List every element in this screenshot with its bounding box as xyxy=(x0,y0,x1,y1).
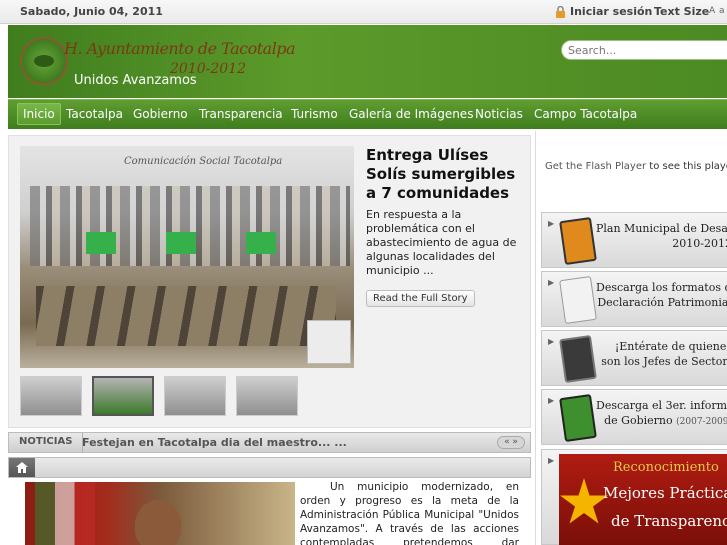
slide-thumbnail[interactable] xyxy=(164,376,226,416)
slide-thumbnail[interactable] xyxy=(236,376,298,416)
text-size-controls: A a xyxy=(709,4,727,18)
ticker-headline[interactable]: Festejan en Tacotalpa dia del maestro...… xyxy=(82,436,347,449)
slide-thumbnail-active[interactable] xyxy=(92,376,154,416)
arrow-icon: ▶ xyxy=(548,278,555,287)
nav-item-campo-tacotalpa[interactable]: Campo Tacotalpa xyxy=(534,107,637,121)
banner-plan-municipal[interactable]: ▶ Plan Municipal de Desarrollo 2010-2012 xyxy=(541,212,727,268)
text-increase-icon[interactable]: A xyxy=(709,4,717,18)
banner-text: Descarga el 3er. informe de Gobierno (20… xyxy=(596,398,727,430)
slide-thumbnails xyxy=(20,376,298,416)
mexican-flag xyxy=(35,482,95,545)
news-ticker: NOTICIAS Festejan en Tacotalpa dia del m… xyxy=(8,432,531,453)
documents-icon xyxy=(559,275,597,325)
banner-declaracion-patrimonial[interactable]: ▶ Descarga los formatos de Declaración P… xyxy=(541,271,727,327)
slide-thumbnail[interactable] xyxy=(20,376,82,416)
recognition-banner[interactable]: Reconocimiento Mejores Prácticas de Tran… xyxy=(559,454,727,545)
book-icon xyxy=(559,393,597,443)
featured-image[interactable]: Comunicación Social Tacotalpa xyxy=(20,146,354,368)
mayor-photo xyxy=(25,482,295,545)
nav-item-inicio[interactable]: Inicio xyxy=(17,103,61,125)
recognition-line1: Reconocimiento xyxy=(613,460,719,475)
slide-title[interactable]: Entrega Ulíses Solís sumergibles a 7 com… xyxy=(366,146,528,203)
home-icon xyxy=(16,462,28,473)
image-caption: Comunicación Social Tacotalpa xyxy=(124,156,283,167)
banner-jefes-de-sector[interactable]: ▶ ¡Entérate de quienes son los Jefes de … xyxy=(541,330,727,386)
banner-line1: Plan Municipal de Desarrollo xyxy=(596,222,727,235)
portrait xyxy=(135,500,181,545)
nav-item-noticias[interactable]: Noticias xyxy=(475,107,523,121)
nav-item-gobierno[interactable]: Gobierno xyxy=(133,107,188,121)
nav-item-galeria[interactable]: Galería de Imágenes xyxy=(349,107,473,121)
banner-line2-sub: (2007-2009) xyxy=(676,417,727,427)
text-decrease-icon[interactable]: a xyxy=(719,4,727,18)
intro-text: Un municipio modernizado, en orden y pro… xyxy=(300,481,519,545)
banner-line1: Descarga el 3er. informe xyxy=(596,399,727,412)
nav-item-transparencia[interactable]: Transparencia xyxy=(199,107,283,121)
banner-line1: Descarga los formatos de xyxy=(596,281,727,294)
arrow-icon: ▶ xyxy=(548,337,555,346)
recognition-line3: de Transparencia xyxy=(611,512,727,530)
agenda-icon xyxy=(559,334,597,384)
flash-suffix: to see this player. xyxy=(649,161,727,172)
read-more-button[interactable]: Read the Full Story xyxy=(366,290,475,307)
login-label: Iniciar sesión xyxy=(570,5,653,18)
green-sign xyxy=(166,232,196,254)
breadcrumb xyxy=(8,457,531,478)
municipal-emblem-icon[interactable] xyxy=(20,37,68,85)
green-sign xyxy=(246,232,276,254)
banner-informe-de-gobierno[interactable]: ▶ Descarga el 3er. informe de Gobierno (… xyxy=(541,389,727,445)
flash-player-link[interactable]: Get the Flash Player xyxy=(545,161,646,172)
ticker-label: NOTICIAS xyxy=(9,433,84,452)
arrow-icon: ▶ xyxy=(548,396,555,405)
green-sign xyxy=(86,232,116,254)
banner-text: Plan Municipal de Desarrollo 2010-2012 xyxy=(596,221,727,251)
watermark-logo xyxy=(307,320,351,364)
banner-text: ¡Entérate de quienes son los Jefes de Se… xyxy=(596,339,727,369)
ticker-controls[interactable]: « » xyxy=(497,436,525,449)
banner-line2: son los Jefes de Sector! xyxy=(601,355,727,368)
star-icon xyxy=(560,478,608,524)
nav-item-tacotalpa[interactable]: Tacotalpa xyxy=(66,107,123,121)
top-bar: Sabado, Junio 04, 2011 Iniciar sesión Te… xyxy=(0,0,727,24)
arrow-icon: ▶ xyxy=(548,456,555,465)
login-link[interactable]: Iniciar sesión xyxy=(555,5,652,18)
nav-item-turismo[interactable]: Turismo xyxy=(291,107,338,121)
search-input[interactable] xyxy=(561,40,727,60)
arrow-icon: ▶ xyxy=(548,219,555,228)
flash-notice: Get the Flash Player to see this player. xyxy=(545,161,727,172)
crowd-photo xyxy=(30,186,350,266)
recognition-line2: Mejores Prácticas xyxy=(603,484,727,502)
banner-line1: ¡Entérate de quienes xyxy=(614,340,727,353)
current-date: Sabado, Junio 04, 2011 xyxy=(20,5,163,18)
pumps-photo xyxy=(36,286,336,346)
logo-title[interactable]: H. Ayuntamiento de Tacotalpa xyxy=(64,39,296,58)
banner-text: Descarga los formatos de Declaración Pat… xyxy=(596,280,727,310)
banner-reconocimiento[interactable]: ▶ Reconocimiento Mejores Prácticas de Tr… xyxy=(541,449,727,545)
site-header: H. Ayuntamiento de Tacotalpa 2010-2012 U… xyxy=(8,25,727,98)
banner-line2: Declaración Patrimonial xyxy=(597,296,727,309)
lock-icon xyxy=(556,5,565,18)
logo-slogan: Unidos Avanzamos xyxy=(74,73,197,88)
right-sidebar: Get the Flash Player to see this player.… xyxy=(535,131,727,545)
book-icon xyxy=(559,216,597,266)
text-size-label: Text Size xyxy=(654,5,710,18)
banner-line2: de Gobierno xyxy=(604,414,673,427)
slide-text: En respuesta a la problemática con el ab… xyxy=(366,208,517,277)
banner-line2: 2010-2012 xyxy=(672,237,727,250)
featured-slideshow: Comunicación Social Tacotalpa Entrega Ul… xyxy=(8,135,531,428)
home-button[interactable] xyxy=(9,458,35,477)
main-nav: Inicio Tacotalpa Gobierno Transparencia … xyxy=(8,99,727,129)
